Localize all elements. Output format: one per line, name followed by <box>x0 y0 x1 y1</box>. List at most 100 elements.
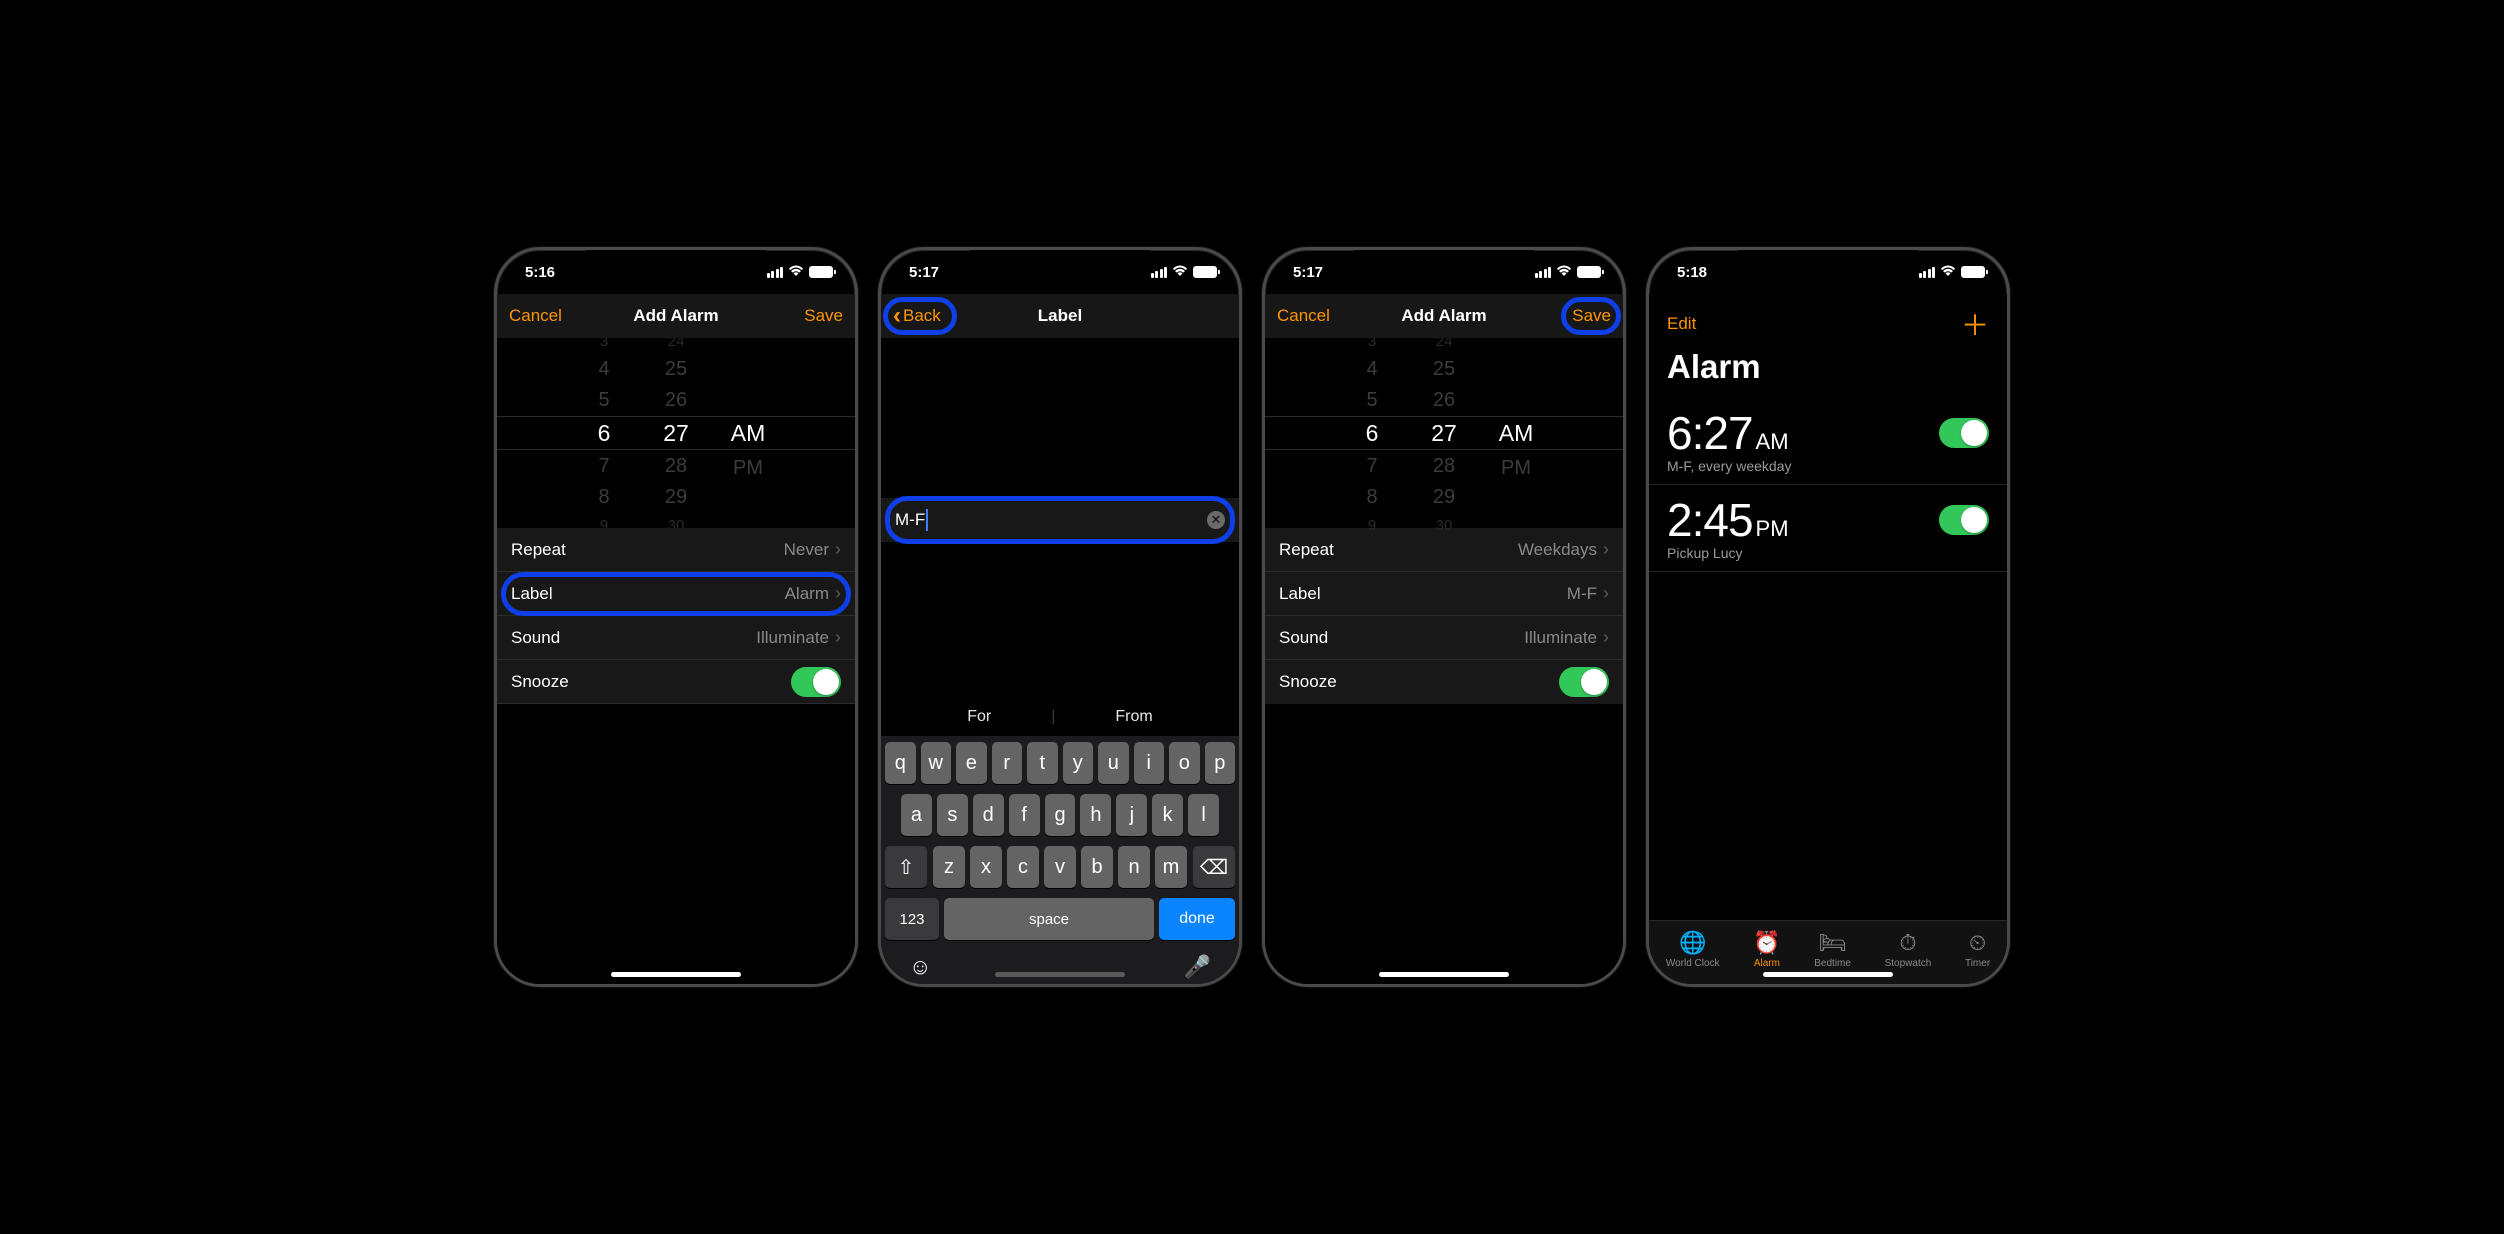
cellular-signal-icon <box>1151 267 1168 278</box>
numeric-key[interactable]: 123 <box>885 898 939 940</box>
key-d[interactable]: d <box>973 794 1004 836</box>
battery-icon <box>809 266 833 278</box>
wifi-icon <box>788 264 804 281</box>
tab-alarm[interactable]: ⏰Alarm <box>1753 931 1780 969</box>
snooze-row: Snooze <box>1265 660 1623 704</box>
key-k[interactable]: k <box>1152 794 1183 836</box>
backspace-key[interactable]: ⌫ <box>1193 846 1235 888</box>
tab-timer[interactable]: ⏲Timer <box>1965 931 1990 969</box>
nav-bar: Cancel Add Alarm Save <box>497 294 855 338</box>
key-y[interactable]: y <box>1063 742 1094 784</box>
chevron-right-icon: › <box>1603 583 1609 604</box>
suggestion-2[interactable]: From <box>1115 708 1152 726</box>
tab-bedtime[interactable]: 🛏Bedtime <box>1814 931 1851 969</box>
repeat-row[interactable]: Repeat Never› <box>497 528 855 572</box>
suggestion-1[interactable]: For <box>967 708 991 726</box>
dictation-key[interactable]: 🎤 <box>1184 954 1211 980</box>
battery-icon <box>1193 266 1217 278</box>
key-h[interactable]: h <box>1080 794 1111 836</box>
battery-icon <box>1577 266 1601 278</box>
cellular-signal-icon <box>1535 267 1552 278</box>
back-button[interactable]: ‹Back <box>893 302 941 330</box>
key-x[interactable]: x <box>970 846 1002 888</box>
status-bar: 5:16 <box>497 250 855 294</box>
phone-4-alarm-list: 5:18 Edit ＋ Alarm 6:27AM M-F, every week… <box>1646 247 2010 987</box>
wifi-icon <box>1556 264 1572 281</box>
key-e[interactable]: e <box>956 742 987 784</box>
key-g[interactable]: g <box>1045 794 1076 836</box>
wifi-icon <box>1940 264 1956 281</box>
key-j[interactable]: j <box>1116 794 1147 836</box>
chevron-right-icon: › <box>835 539 841 560</box>
cancel-button[interactable]: Cancel <box>1277 306 1330 326</box>
key-v[interactable]: v <box>1044 846 1076 888</box>
key-r[interactable]: r <box>992 742 1023 784</box>
key-u[interactable]: u <box>1098 742 1129 784</box>
status-bar: 5:18 <box>1649 250 2007 294</box>
key-t[interactable]: t <box>1027 742 1058 784</box>
edit-button[interactable]: Edit <box>1667 314 1696 334</box>
clear-text-button[interactable]: ✕ <box>1207 511 1225 529</box>
snooze-toggle[interactable] <box>1559 667 1609 697</box>
label-text-field[interactable]: M-F ✕ <box>881 498 1239 542</box>
cellular-signal-icon <box>767 267 784 278</box>
key-c[interactable]: c <box>1007 846 1039 888</box>
battery-icon <box>1961 266 1985 278</box>
save-button[interactable]: Save <box>1572 306 1611 326</box>
key-b[interactable]: b <box>1081 846 1113 888</box>
label-row[interactable]: Label M-F› <box>1265 572 1623 616</box>
emoji-key[interactable]: ☺ <box>909 954 931 980</box>
key-a[interactable]: a <box>901 794 932 836</box>
chevron-right-icon: › <box>835 583 841 604</box>
home-indicator[interactable] <box>611 972 741 977</box>
key-p[interactable]: p <box>1205 742 1236 784</box>
label-row[interactable]: Label Alarm› <box>497 572 855 616</box>
time-picker[interactable]: 3 4 5 6 7 8 9 24 25 26 27 28 29 30 ... A… <box>497 338 855 528</box>
cancel-button[interactable]: Cancel <box>509 306 562 326</box>
shift-key[interactable]: ⇧ <box>885 846 927 888</box>
phone-1-add-alarm: 5:16 Cancel Add Alarm Save 3 4 5 6 7 8 9 <box>494 247 858 987</box>
phone-3-add-alarm-filled: 5:17 Cancel Add Alarm Save 3 4 5 6 7 8 9… <box>1262 247 1626 987</box>
key-i[interactable]: i <box>1134 742 1165 784</box>
alarm-row[interactable]: 2:45PM Pickup Lucy <box>1649 485 2007 572</box>
home-indicator[interactable] <box>995 972 1125 977</box>
alarm-row[interactable]: 6:27AM M-F, every weekday <box>1649 398 2007 485</box>
add-alarm-button[interactable]: ＋ <box>1961 304 1989 344</box>
key-f[interactable]: f <box>1009 794 1040 836</box>
key-w[interactable]: w <box>921 742 952 784</box>
repeat-row[interactable]: Repeat Weekdays› <box>1265 528 1623 572</box>
key-n[interactable]: n <box>1118 846 1150 888</box>
key-o[interactable]: o <box>1169 742 1200 784</box>
key-q[interactable]: q <box>885 742 916 784</box>
sound-row[interactable]: Sound Illuminate› <box>1265 616 1623 660</box>
bed-icon: 🛏 <box>1819 931 1847 955</box>
sound-row[interactable]: Sound Illuminate› <box>497 616 855 660</box>
status-time: 5:17 <box>1293 264 1323 281</box>
time-picker[interactable]: 3 4 5 6 7 8 9 24 25 26 27 28 29 30 ... A… <box>1265 338 1623 528</box>
key-z[interactable]: z <box>933 846 965 888</box>
space-key[interactable]: space <box>944 898 1154 940</box>
done-key[interactable]: done <box>1159 898 1235 940</box>
snooze-toggle[interactable] <box>791 667 841 697</box>
keyboard: qwertyuiop asdfghjkl ⇧ zxcvbnm ⌫ 123 spa… <box>881 736 1239 984</box>
alarm-toggle[interactable] <box>1939 418 1989 448</box>
phone-2-edit-label: 5:17 ‹Back Label M-F ✕ For | From qwerty… <box>878 247 1242 987</box>
save-button[interactable]: Save <box>804 306 843 326</box>
key-s[interactable]: s <box>937 794 968 836</box>
chevron-left-icon: ‹ <box>893 302 901 330</box>
cellular-signal-icon <box>1919 267 1936 278</box>
stopwatch-icon: ⏱ <box>1899 931 1916 955</box>
tab-stopwatch[interactable]: ⏱Stopwatch <box>1885 931 1932 969</box>
wifi-icon <box>1172 264 1188 281</box>
home-indicator[interactable] <box>1763 972 1893 977</box>
quicktype-bar: For | From <box>881 694 1239 736</box>
nav-bar: ‹Back Label <box>881 294 1239 338</box>
home-indicator[interactable] <box>1379 972 1509 977</box>
timer-icon: ⏲ <box>1969 931 1986 955</box>
alarm-toggle[interactable] <box>1939 505 1989 535</box>
status-time: 5:18 <box>1677 264 1707 281</box>
chevron-right-icon: › <box>1603 627 1609 648</box>
key-m[interactable]: m <box>1155 846 1187 888</box>
key-l[interactable]: l <box>1188 794 1219 836</box>
tab-world-clock[interactable]: 🌐World Clock <box>1666 931 1720 969</box>
